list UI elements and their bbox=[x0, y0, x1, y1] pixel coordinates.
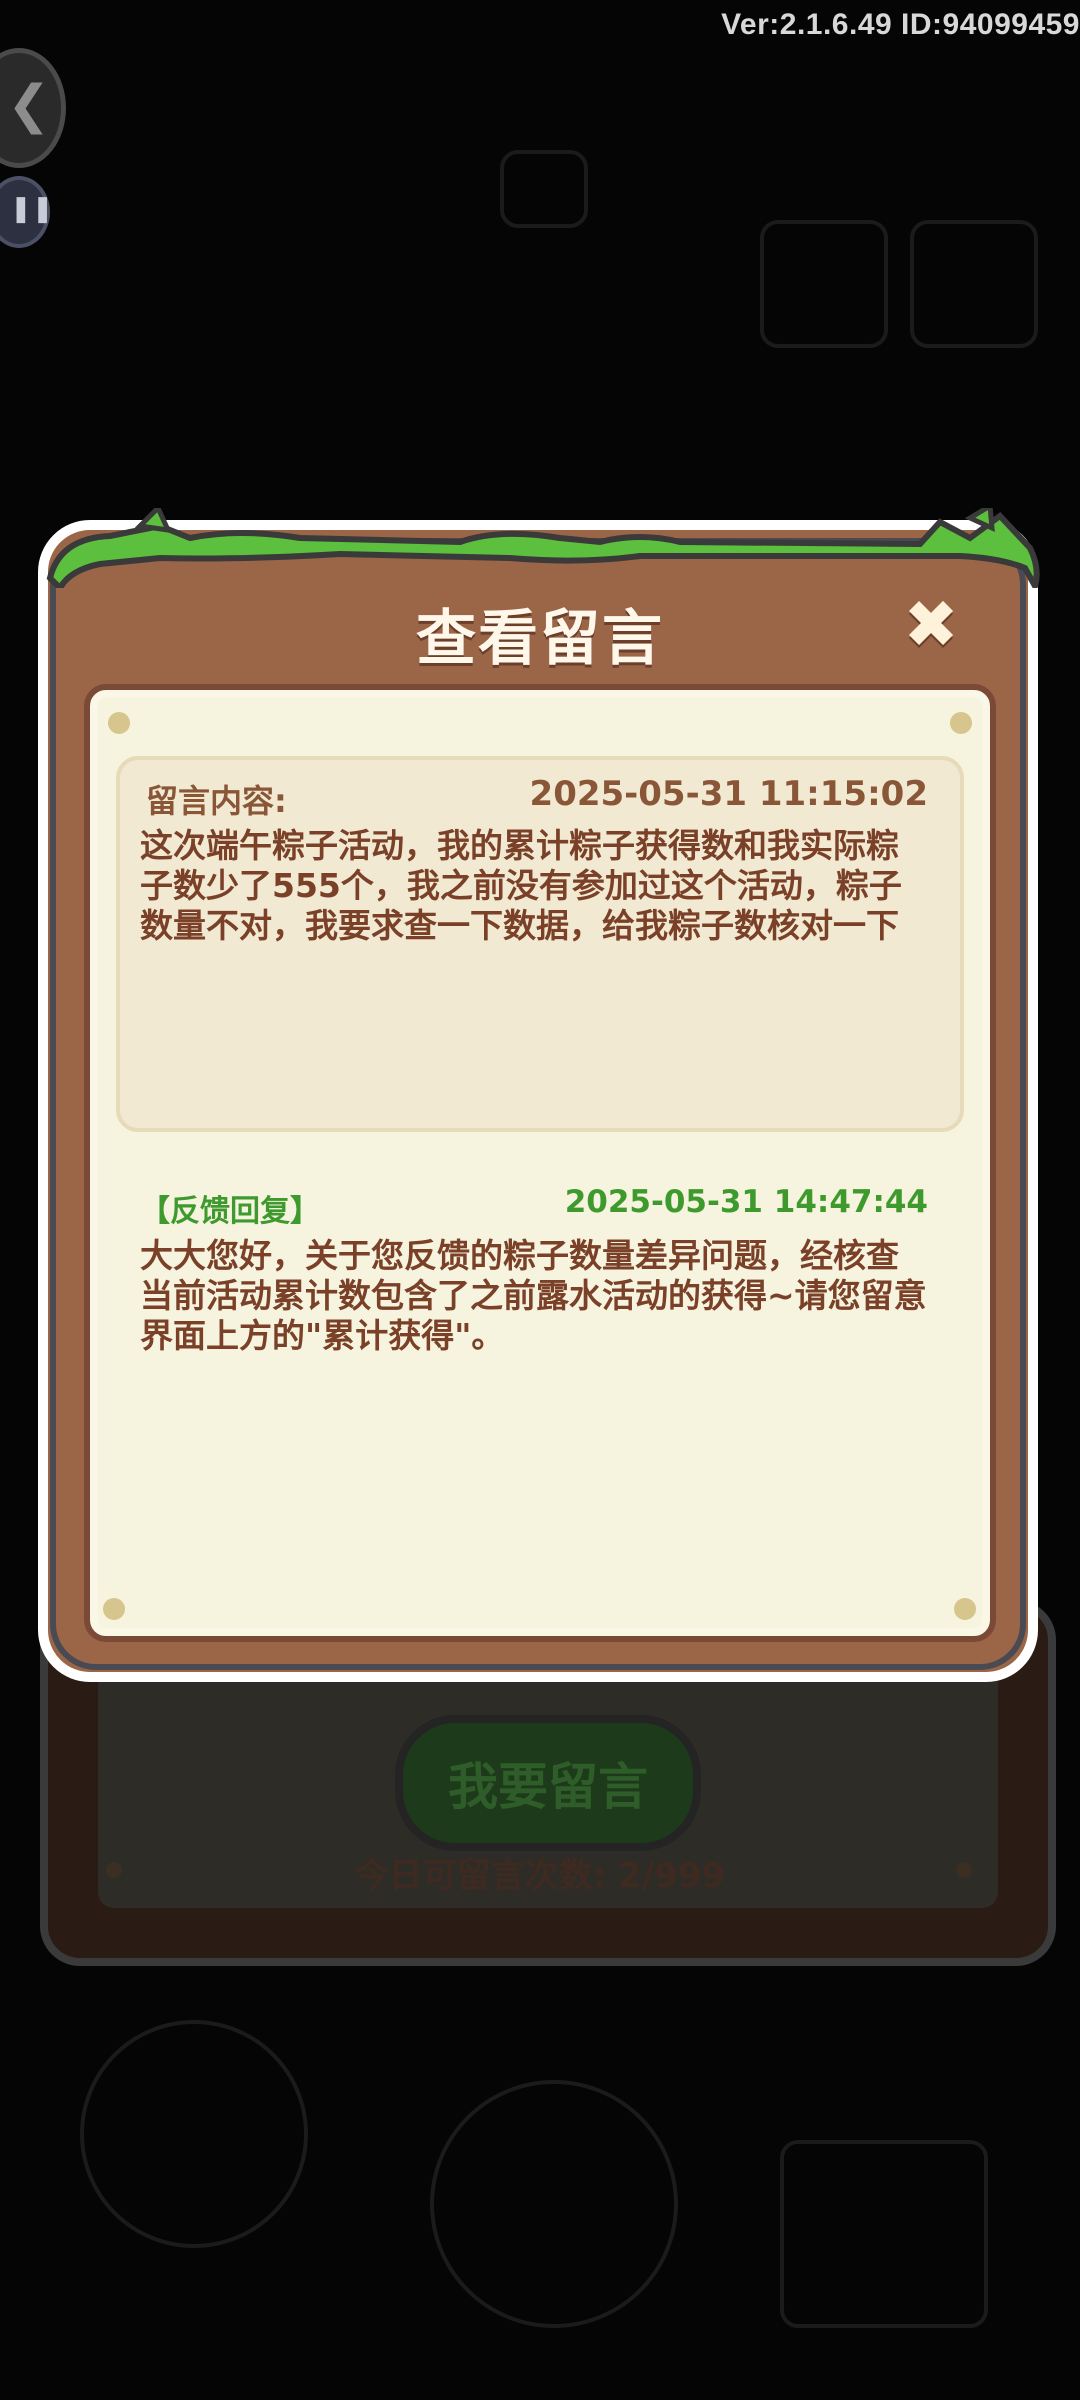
paper-pin bbox=[103, 1598, 125, 1620]
bg-ghost-box bbox=[500, 150, 588, 228]
paper-pin bbox=[954, 1598, 976, 1620]
pause-icon: ❚❚ bbox=[10, 194, 54, 224]
reply-label: 【反馈回复】 bbox=[140, 1194, 320, 1229]
bg-ghost-box bbox=[430, 2080, 678, 2328]
leave-message-button[interactable]: 我要留言 bbox=[395, 1715, 701, 1851]
version-id-text: Ver:2.1.6.49 ID:94099459 bbox=[721, 8, 1080, 41]
message-body: 这次端午粽子活动，我的累计粽子获得数和我实际粽子数少了555个，我之前没有参加过… bbox=[140, 826, 902, 945]
message-label: 留言内容: bbox=[146, 782, 287, 820]
paper-pin bbox=[108, 712, 130, 734]
daily-message-count: 今日可留言次数: 2/999 bbox=[354, 1856, 726, 1896]
bg-ghost-box bbox=[760, 220, 888, 348]
bg-ghost-box bbox=[910, 220, 1038, 348]
bg-ghost-box bbox=[80, 2020, 308, 2248]
close-button[interactable]: ✖ bbox=[895, 585, 967, 663]
message-timestamp: 2025-05-31 11:15:02 bbox=[529, 774, 928, 814]
close-icon: ✖ bbox=[903, 585, 959, 663]
bg-ghost-box bbox=[780, 2140, 988, 2328]
back-arrow-icon: ❮ bbox=[7, 75, 51, 135]
reply-body: 大大您好，关于您反馈的粽子数量差异问题，经核查当前活动累计数包含了之前露水活动的… bbox=[140, 1236, 927, 1355]
reply-timestamp: 2025-05-31 14:47:44 bbox=[564, 1184, 928, 1220]
paper-pin bbox=[950, 712, 972, 734]
